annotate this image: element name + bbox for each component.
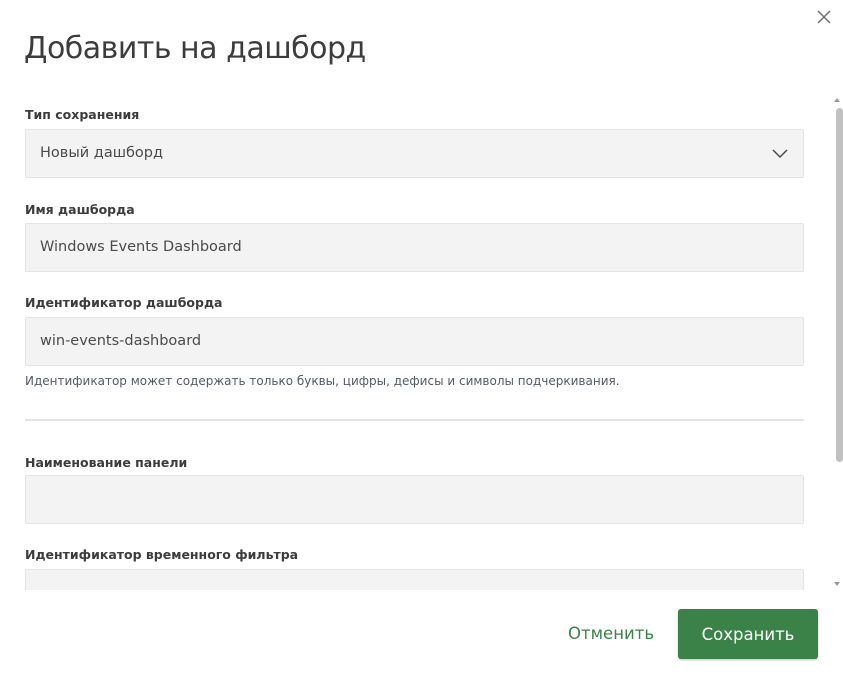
dashboard-name-value: Windows Events Dashboard [40,239,242,255]
add-to-dashboard-dialog: Добавить на дашборд Тип сохранения Новый… [0,0,843,688]
chevron-down-icon [772,149,788,159]
dashboard-name-label: Имя дашборда [25,202,135,217]
save-button[interactable]: Сохранить [678,609,818,659]
section-divider [25,419,804,421]
close-icon [817,10,831,24]
scrollbar[interactable] [832,96,843,590]
close-button[interactable] [813,6,835,28]
dashboard-id-value: win-events-dashboard [40,333,202,349]
dashboard-name-input[interactable]: Windows Events Dashboard [25,223,804,272]
panel-name-input[interactable] [25,475,804,524]
cancel-button[interactable]: Отменить [556,609,666,659]
dialog-title: Добавить на дашборд [24,31,366,66]
dialog-footer: Отменить Сохранить [0,590,843,688]
save-type-select[interactable]: Новый дашборд [25,129,804,178]
save-type-label: Тип сохранения [25,107,140,122]
save-type-value: Новый дашборд [40,145,164,161]
panel-name-label: Наименование панели [25,455,188,470]
scroll-up-icon[interactable] [834,98,840,102]
dialog-body: Тип сохранения Новый дашборд Имя дашборд… [0,96,843,590]
dashboard-id-hint: Идентификатор может содержать только бук… [25,374,620,388]
time-filter-id-input[interactable] [25,569,804,590]
dashboard-id-input[interactable]: win-events-dashboard [25,317,804,366]
scroll-down-icon[interactable] [834,582,840,586]
scrollbar-thumb[interactable] [836,108,843,462]
time-filter-id-label: Идентификатор временного фильтра [25,547,299,562]
dashboard-id-label: Идентификатор дашборда [25,295,223,310]
